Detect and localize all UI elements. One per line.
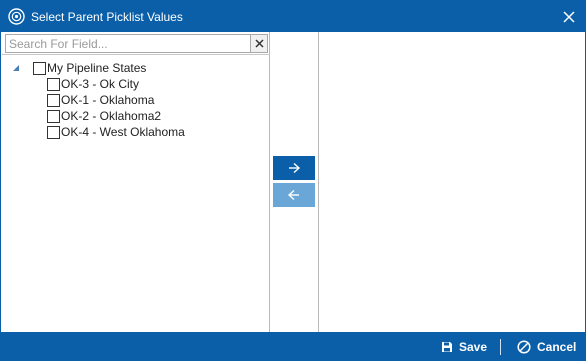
arrow-right-icon xyxy=(289,162,301,174)
add-selected-button[interactable] xyxy=(273,156,315,180)
search-input[interactable] xyxy=(6,35,250,52)
search-box xyxy=(5,34,268,53)
save-label: Save xyxy=(459,339,488,354)
search-divider xyxy=(2,54,270,55)
item-checkbox[interactable] xyxy=(47,125,60,139)
tree-item[interactable]: OK-1 - Oklahoma xyxy=(47,92,154,108)
tree-item-label: OK-1 - Oklahoma xyxy=(61,93,155,107)
clear-icon xyxy=(254,39,264,48)
floppy-disk-icon xyxy=(442,341,452,352)
collapse-triangle-icon[interactable] xyxy=(11,63,21,73)
footer-separator xyxy=(500,339,501,355)
clear-search-button[interactable] xyxy=(250,35,267,52)
close-icon[interactable] xyxy=(559,7,579,27)
selected-values-pane xyxy=(320,32,585,332)
cancel-button[interactable]: Cancel xyxy=(517,332,576,361)
root-checkbox[interactable] xyxy=(33,61,46,75)
cancel-circle-icon xyxy=(517,339,531,354)
dialog-window: Select Parent Picklist Values My P xyxy=(0,0,586,361)
tree-root-label: My Pipeline States xyxy=(47,61,147,75)
tree-root-row[interactable]: My Pipeline States xyxy=(11,60,146,76)
available-values-pane: My Pipeline States OK-3 - Ok City OK-1 -… xyxy=(2,32,270,332)
item-checkbox[interactable] xyxy=(47,77,60,91)
tree-item-label: OK-2 - Oklahoma2 xyxy=(61,109,162,123)
cancel-label: Cancel xyxy=(537,339,577,354)
save-button[interactable]: Save xyxy=(441,332,487,361)
transfer-controls xyxy=(270,32,319,332)
tree-item[interactable]: OK-2 - Oklahoma2 xyxy=(47,108,161,124)
app-logo-icon xyxy=(8,8,25,25)
remove-selected-button[interactable] xyxy=(273,183,315,207)
title-bar: Select Parent Picklist Values xyxy=(1,1,585,32)
dialog-title: Select Parent Picklist Values xyxy=(31,10,183,24)
arrow-left-icon xyxy=(287,189,299,201)
tree-item[interactable]: OK-3 - Ok City xyxy=(47,76,139,92)
footer-bar: Save Cancel xyxy=(1,332,585,361)
tree-item-label: OK-4 - West Oklahoma xyxy=(61,125,185,139)
item-checkbox[interactable] xyxy=(47,93,60,107)
tree-item[interactable]: OK-4 - West Oklahoma xyxy=(47,124,185,140)
item-checkbox[interactable] xyxy=(47,109,60,123)
tree-item-label: OK-3 - Ok City xyxy=(61,77,140,91)
